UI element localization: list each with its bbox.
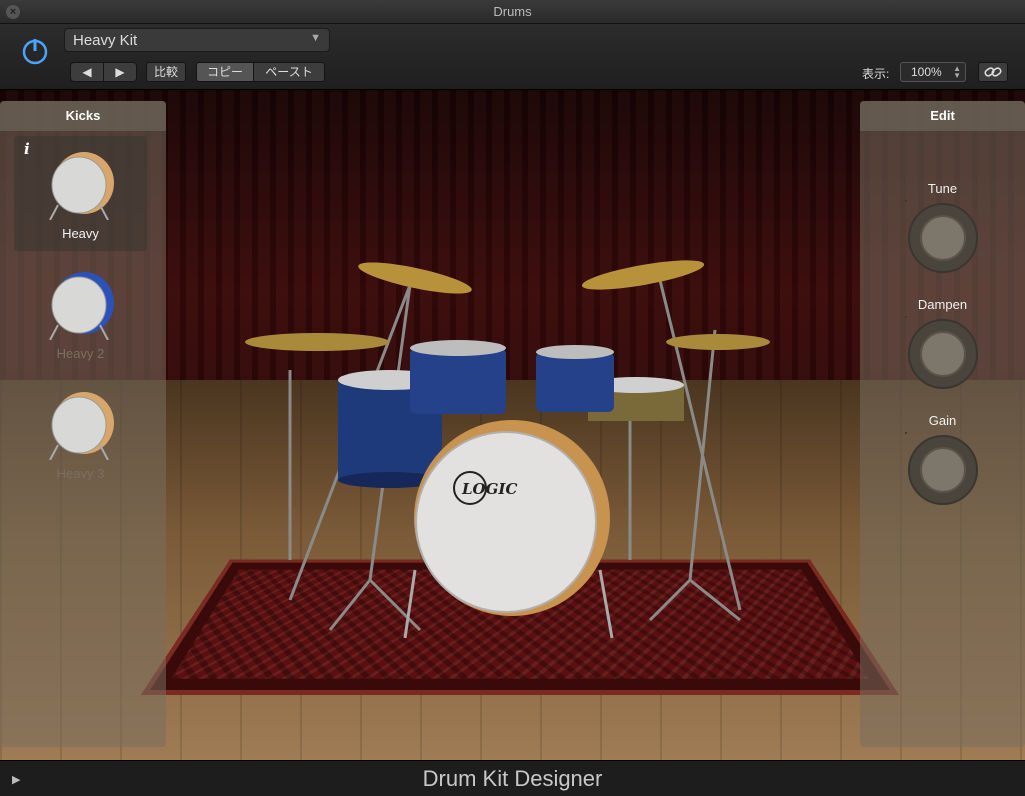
knob-label: Dampen — [917, 297, 968, 312]
paste-button[interactable]: ペースト — [253, 62, 325, 82]
knob-pointer — [904, 200, 907, 202]
knob-pointer — [904, 432, 907, 434]
view-label: 表示: — [862, 67, 890, 81]
kick-option-heavy[interactable]: i Heavy — [14, 136, 147, 251]
preset-name: Heavy Kit — [73, 32, 138, 49]
info-icon[interactable]: i — [24, 140, 30, 158]
copy-button[interactable]: コピー — [196, 62, 254, 82]
kick-option-heavy-2[interactable]: Heavy 2 — [14, 256, 147, 371]
cymbals — [245, 260, 770, 351]
next-preset-button[interactable]: ▶ — [103, 62, 137, 82]
gain-knob[interactable] — [904, 432, 981, 508]
compare-button[interactable]: 比較 — [146, 62, 186, 82]
power-icon[interactable] — [20, 36, 50, 66]
knob-pointer — [904, 316, 907, 318]
tune-control: Tune — [860, 181, 1025, 276]
preset-selector[interactable]: Heavy Kit ▼ — [64, 28, 330, 52]
gain-control: Gain — [860, 413, 1025, 508]
chevron-down-icon: ▼ — [310, 32, 321, 44]
knob-cap — [919, 447, 966, 493]
kick-option-label: Heavy 3 — [56, 466, 105, 481]
tune-knob[interactable] — [904, 200, 981, 276]
knob-cap — [919, 331, 966, 377]
plugin-footer: ▶ Drum Kit Designer — [0, 760, 1025, 796]
kick-option-label: Heavy 2 — [56, 346, 105, 361]
dampen-knob[interactable] — [904, 316, 981, 392]
kick-option-heavy-3[interactable]: Heavy 3 — [14, 376, 147, 491]
kicks-panel-title: Kicks — [0, 101, 166, 131]
kick-drum-icon — [49, 272, 114, 340]
link-button[interactable] — [978, 62, 1008, 82]
stepper-icon: ▲ ▼ — [953, 64, 961, 80]
edit-panel: Edit Tune Dampen Gain — [860, 101, 1025, 747]
zoom-value: 100% — [911, 65, 942, 79]
knob-label: Gain — [928, 413, 957, 428]
edit-panel-title: Edit — [860, 101, 1025, 131]
kicks-panel: Kicks i Heavy Heavy 2 Heavy 3 — [0, 101, 166, 747]
rack-toms — [410, 340, 614, 414]
kick-drum: LOGIC — [414, 420, 610, 616]
link-icon — [984, 67, 1002, 77]
dampen-control: Dampen — [860, 297, 1025, 392]
zoom-select[interactable]: 100% ▲ ▼ — [900, 62, 966, 82]
kick-option-label: Heavy — [62, 226, 99, 241]
plugin-header: Heavy Kit ▼ ◀ ▶ 比較 コピー ペースト 表示: 100% ▲ ▼ — [0, 24, 1025, 90]
knob-label: Tune — [927, 181, 958, 196]
previous-preset-button[interactable]: ◀ — [70, 62, 104, 82]
kick-drum-icon — [49, 392, 114, 460]
kick-logo: LOGIC — [461, 480, 517, 498]
plugin-name: Drum Kit Designer — [422, 766, 603, 791]
window-titlebar: × Drums — [0, 0, 1025, 24]
window-title: Drums — [493, 4, 532, 19]
knob-cap — [919, 215, 966, 261]
kick-drum-icon — [49, 152, 114, 220]
